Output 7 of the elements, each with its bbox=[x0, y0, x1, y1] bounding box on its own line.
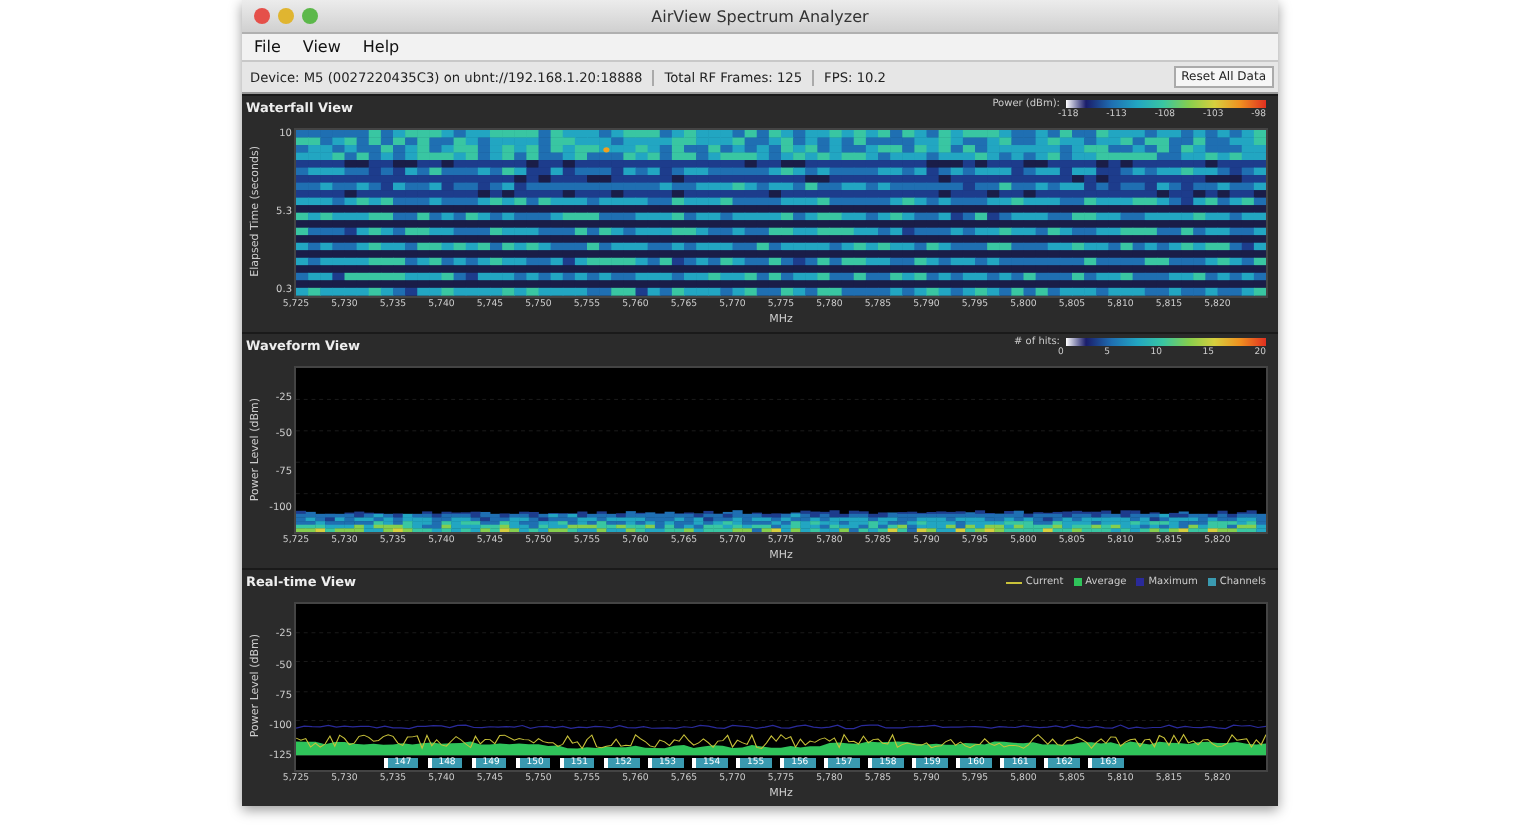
menu-item[interactable]: View bbox=[302, 38, 341, 56]
zoom-button[interactable] bbox=[302, 8, 318, 24]
window-title: AirView Spectrum Analyzer bbox=[651, 7, 869, 25]
menu-item[interactable]: File bbox=[254, 38, 281, 56]
menu-item[interactable]: Help bbox=[362, 38, 400, 56]
minimize-button[interactable] bbox=[278, 8, 294, 24]
close-button[interactable] bbox=[254, 8, 270, 24]
